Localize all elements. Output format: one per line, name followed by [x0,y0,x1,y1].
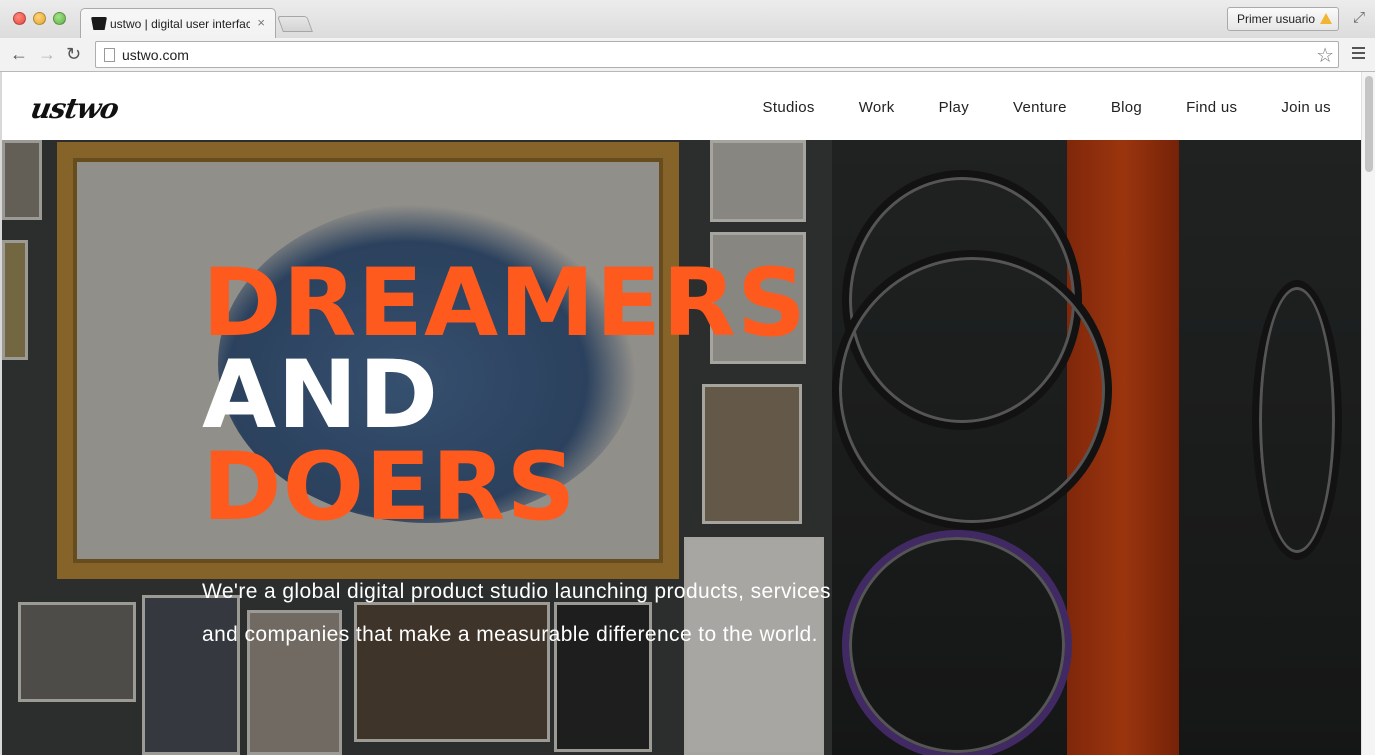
maximize-window-icon[interactable] [53,12,66,25]
close-window-icon[interactable] [13,12,26,25]
nav-venture[interactable]: Venture [1013,99,1067,116]
nav-studios[interactable]: Studios [763,99,815,116]
back-arrow-icon[interactable]: ← [10,43,28,65]
nav-find-us[interactable]: Find us [1186,99,1237,116]
new-tab-button[interactable] [277,16,313,32]
nav-join-us[interactable]: Join us [1281,99,1331,116]
profile-button[interactable]: Primer usuario [1227,7,1339,31]
headline-and: AND [202,341,440,450]
main-nav: Studios Work Play Venture Blog Find us J… [719,99,1331,116]
hero-section: DREAMERS AND DOERS We're a global digita… [2,140,1361,755]
nav-work[interactable]: Work [859,99,895,116]
url-text[interactable]: ustwo.com [122,47,189,63]
browser-titlebar: ustwo | digital user interface × Primer … [0,0,1375,38]
ustwo-favicon-icon [91,17,107,30]
site-header: ustwo Studios Work Play Venture Blog Fin… [2,72,1361,140]
tab-close-icon[interactable]: × [257,15,265,30]
minimize-window-icon[interactable] [33,12,46,25]
reload-icon[interactable]: ↻ [66,43,81,65]
page-icon [104,48,115,62]
nav-play[interactable]: Play [939,99,969,116]
page-scrollbar[interactable] [1361,72,1375,755]
profile-label: Primer usuario [1237,12,1316,26]
warning-icon [1320,13,1332,24]
scrollbar-thumb[interactable] [1365,76,1373,172]
headline-dreamers: DREAMERS [202,249,808,358]
browser-tab[interactable]: ustwo | digital user interface × [80,8,276,38]
tab-title: ustwo | digital user interface [110,17,250,31]
ustwo-logo[interactable]: ustwo [28,92,121,125]
hero-subtitle: We're a global digital product studio la… [202,570,962,656]
nav-blog[interactable]: Blog [1111,99,1142,116]
hero-headline: DREAMERS AND DOERS [202,257,806,535]
headline-doers: DOERS [202,433,577,542]
forward-arrow-icon[interactable]: → [38,43,56,65]
bookmark-star-icon[interactable]: ☆ [1316,43,1334,68]
hero-subtitle-line-1: We're a global digital product studio la… [202,580,831,603]
address-bar[interactable]: ustwo.com ☆ [95,41,1339,68]
menu-icon[interactable] [1352,47,1365,62]
page-content: ustwo Studios Work Play Venture Blog Fin… [2,72,1361,755]
hero-subtitle-line-2: and companies that make a measurable dif… [202,623,818,646]
fullscreen-icon[interactable]: ⤢ [1353,9,1365,26]
browser-toolbar: ← → ↻ ustwo.com ☆ [0,38,1375,72]
